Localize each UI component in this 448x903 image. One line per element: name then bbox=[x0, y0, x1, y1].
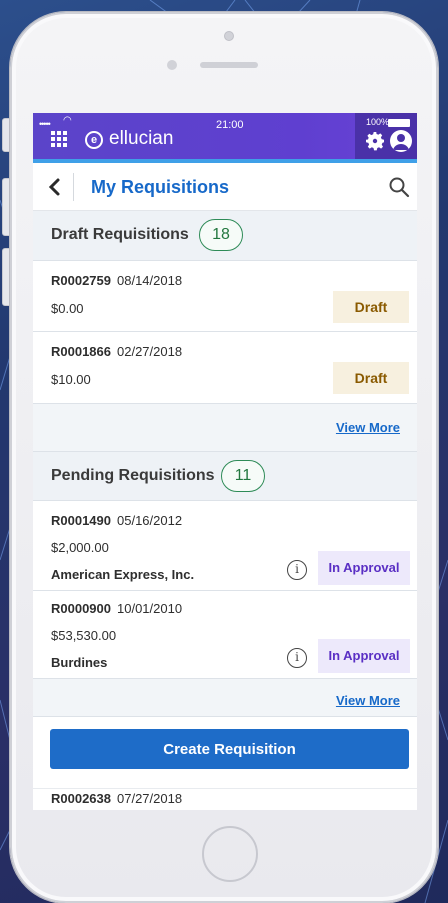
draft-count-badge: 18 bbox=[199, 219, 243, 251]
status-badge: In Approval bbox=[318, 551, 410, 585]
requisition-date: 07/27/2018 bbox=[117, 791, 183, 806]
requisition-amount: $0.00 bbox=[51, 301, 84, 316]
pending-view-more-link[interactable]: View More bbox=[336, 693, 400, 708]
requisition-line: R0000900 10/01/2010 bbox=[51, 601, 182, 616]
battery-percent: 100% bbox=[366, 117, 390, 127]
draft-view-more-link[interactable]: View More bbox=[336, 420, 400, 435]
requisition-id: R0001866 bbox=[51, 344, 111, 359]
requisition-id: R0000900 bbox=[51, 601, 111, 616]
requisition-vendor: Burdines bbox=[51, 655, 108, 670]
search-icon[interactable] bbox=[387, 175, 411, 199]
app-screen: ••••• ◠ e ellucian 21:00 100% My Requisi… bbox=[33, 113, 417, 810]
status-time: 21:00 bbox=[216, 119, 244, 131]
phone-sensor bbox=[167, 60, 177, 70]
grid-menu-icon[interactable] bbox=[51, 131, 67, 147]
draft-section-header: Draft Requisitions 18 bbox=[33, 211, 417, 261]
requisition-id: R0002759 bbox=[51, 273, 111, 288]
requisition-amount: $2,000.00 bbox=[51, 540, 109, 555]
requisition-vendor: American Express, Inc. bbox=[51, 567, 195, 582]
pending-section-header: Pending Requisitions 11 bbox=[33, 451, 417, 501]
phone-home-button[interactable] bbox=[202, 826, 258, 882]
requisition-id: R0001490 bbox=[51, 513, 111, 528]
gear-icon[interactable] bbox=[363, 129, 387, 153]
list-item[interactable]: R0001490 05/16/2012 $2,000.00 American Ex… bbox=[33, 501, 417, 591]
back-button[interactable] bbox=[41, 172, 69, 202]
list-item[interactable]: R0001866 02/27/2018 $10.00 Draft bbox=[33, 332, 417, 404]
list-item[interactable]: R0000900 10/01/2010 $53,530.00 Burdines i… bbox=[33, 591, 417, 679]
signal-indicator: ••••• bbox=[39, 119, 51, 129]
battery-icon bbox=[388, 119, 410, 127]
status-badge: Draft bbox=[333, 291, 409, 323]
status-badge: In Approval bbox=[318, 639, 410, 673]
wifi-icon: ◠ bbox=[63, 115, 72, 126]
requisition-date: 05/16/2012 bbox=[117, 513, 183, 528]
requisition-date: 02/27/2018 bbox=[117, 344, 183, 359]
brand-name: ellucian bbox=[109, 128, 174, 149]
requisition-date: 10/01/2010 bbox=[117, 601, 183, 616]
list-item[interactable]: R0002638 07/27/2018 bbox=[33, 788, 417, 810]
requisition-line: R0001490 05/16/2012 bbox=[51, 513, 182, 528]
header-divider bbox=[73, 173, 74, 201]
pending-view-more-row: View More bbox=[33, 679, 417, 719]
pending-count-badge: 11 bbox=[221, 460, 265, 492]
requisition-date: 08/14/2018 bbox=[117, 273, 183, 288]
phone-camera bbox=[224, 31, 234, 41]
info-icon[interactable]: i bbox=[287, 648, 307, 668]
draft-section-title: Draft Requisitions bbox=[51, 226, 189, 243]
list-item[interactable]: R0002759 08/14/2018 $0.00 Draft bbox=[33, 261, 417, 332]
requisition-line: R0002638 07/27/2018 bbox=[51, 791, 182, 806]
requisition-line: R0001866 02/27/2018 bbox=[51, 344, 182, 359]
ellucian-logo-icon: e bbox=[85, 131, 103, 149]
app-bar: ••••• ◠ e ellucian 21:00 100% bbox=[33, 113, 417, 163]
requisition-amount: $10.00 bbox=[51, 372, 91, 387]
phone-speaker bbox=[200, 62, 258, 68]
requisition-line: R0002759 08/14/2018 bbox=[51, 273, 182, 288]
info-icon[interactable]: i bbox=[287, 560, 307, 580]
status-badge: Draft bbox=[333, 362, 409, 394]
pending-section-title: Pending Requisitions bbox=[51, 467, 215, 484]
chevron-left-icon bbox=[48, 178, 60, 196]
requisition-id: R0002638 bbox=[51, 791, 111, 806]
avatar-icon[interactable] bbox=[390, 130, 412, 152]
page-title: My Requisitions bbox=[91, 177, 230, 197]
draft-view-more-row: View More bbox=[33, 404, 417, 451]
create-requisition-button[interactable]: Create Requisition bbox=[50, 729, 409, 769]
action-bar: Create Requisition bbox=[33, 716, 417, 788]
requisition-amount: $53,530.00 bbox=[51, 628, 117, 643]
page-header: My Requisitions bbox=[33, 163, 417, 211]
